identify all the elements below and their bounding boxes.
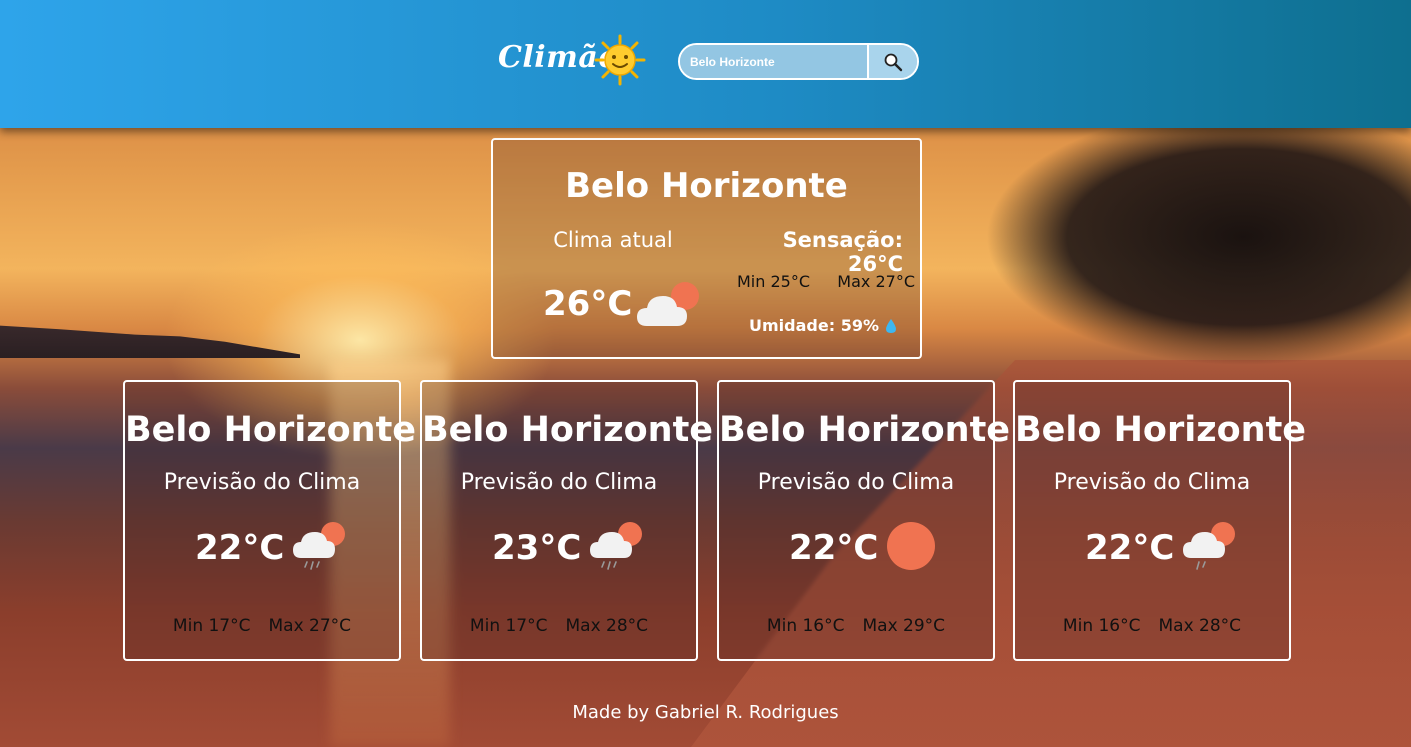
current-temperature: 26°C <box>543 284 633 324</box>
cloud-sun-icon <box>637 282 699 326</box>
forecast-max-temp: Max 28°C <box>1158 616 1242 636</box>
city-search-input[interactable] <box>680 45 869 78</box>
magnifier-icon <box>884 53 903 71</box>
background-trees <box>851 120 1411 380</box>
forecast-subtitle: Previsão do Clima <box>1053 470 1251 495</box>
forecast-city-name: Belo Horizonte <box>719 410 1011 450</box>
forecast-min-max: Min 16°C Max 28°C <box>1015 616 1289 636</box>
forecast-subtitle: Previsão do Clima <box>460 470 658 495</box>
background-hills <box>0 325 300 358</box>
forecast-subtitle: Previsão do Clima <box>163 470 361 495</box>
forecast-min-max: Min 17°C Max 27°C <box>125 616 399 636</box>
footer-credit: Made by Gabriel R. Rodrigues <box>572 702 839 723</box>
forecast-card: Belo Horizonte Previsão do Clima 22°C Mi… <box>123 380 417 661</box>
app-header: Climão <box>0 0 1411 128</box>
forecast-temperature: 22°C <box>1085 528 1175 568</box>
forecast-min-temp: Min 17°C <box>172 616 251 636</box>
forecast-min-max: Min 16°C Max 29°C <box>719 616 993 636</box>
search-bar <box>678 43 919 80</box>
forecast-city-name: Belo Horizonte <box>422 410 714 450</box>
forecast-max-temp: Max 28°C <box>565 616 649 636</box>
forecast-min-temp: Min 16°C <box>766 616 845 636</box>
forecast-city-name: Belo Horizonte <box>1015 410 1307 450</box>
droplet-icon <box>885 318 896 333</box>
current-min-max: Min 25°C Max 27°C <box>733 272 919 291</box>
sun-icon <box>887 522 935 570</box>
forecast-card: Belo Horizonte Previsão do Clima 22°C Mi… <box>1013 380 1307 661</box>
forecast-card: Belo Horizonte Previsão do Clima 23°C Mi… <box>420 380 714 661</box>
current-weather-card: Belo Horizonte Clima atual 26°C Sensação… <box>491 138 922 359</box>
forecast-max-temp: Max 27°C <box>268 616 352 636</box>
cloud-sun-rain-icon <box>1183 522 1235 570</box>
current-max-temp: Max 27°C <box>837 272 915 291</box>
forecast-min-temp: Min 16°C <box>1062 616 1141 636</box>
forecast-city-name: Belo Horizonte <box>125 410 417 450</box>
current-subtitle: Clima atual <box>553 228 673 252</box>
current-min-temp: Min 25°C <box>737 272 811 291</box>
cloud-sun-rain-icon <box>590 522 642 570</box>
humidity: Umidade: 59% <box>743 316 903 335</box>
current-city-name: Belo Horizonte <box>565 166 848 206</box>
sun-face-icon <box>594 34 646 86</box>
cloud-sun-rain-icon <box>293 522 345 570</box>
forecast-min-temp: Min 17°C <box>469 616 548 636</box>
forecast-temperature: 22°C <box>789 528 879 568</box>
forecast-max-temp: Max 29°C <box>862 616 946 636</box>
humidity-value: Umidade: 59% <box>749 316 879 335</box>
forecast-subtitle: Previsão do Clima <box>757 470 955 495</box>
forecast-min-max: Min 17°C Max 28°C <box>422 616 696 636</box>
forecast-temperature: 22°C <box>195 528 285 568</box>
forecast-temperature: 23°C <box>492 528 582 568</box>
search-button[interactable] <box>869 45 917 78</box>
feels-like: Sensação: 26°C <box>782 228 903 276</box>
forecast-card: Belo Horizonte Previsão do Clima 22°C Mi… <box>717 380 1011 661</box>
